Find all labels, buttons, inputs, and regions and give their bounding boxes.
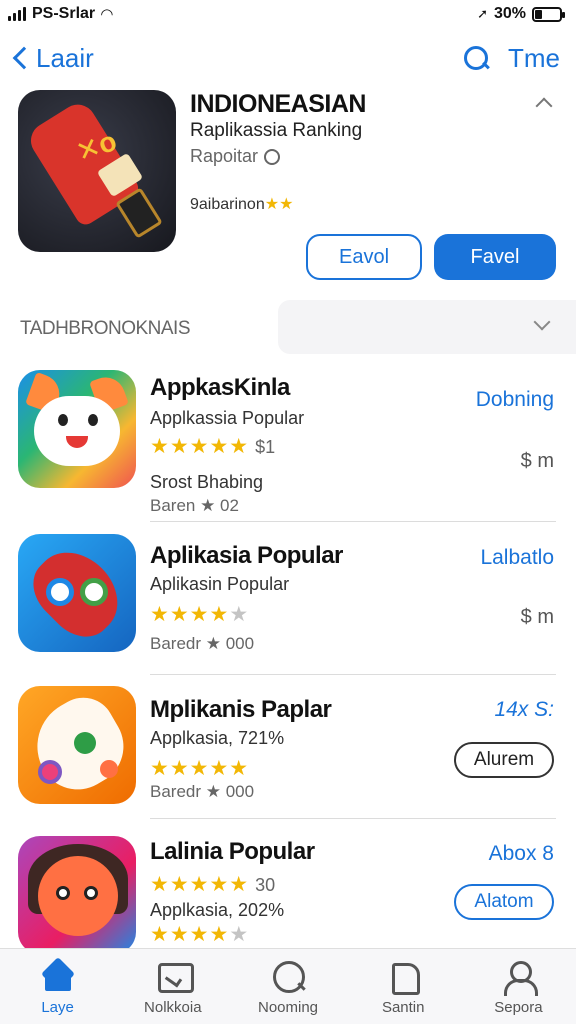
stars-filled: ★★★★★ [150,435,250,458]
app-meta: Baren ★ 02 [150,496,239,515]
chevron-left-icon [12,46,36,70]
magnifier-icon [264,148,281,165]
battery-percent: 30% [493,5,526,22]
tab-home[interactable]: Laye [0,949,115,1024]
app-subtitle: Applkassia Popular [150,408,305,428]
battery-icon [532,6,565,22]
tab-search[interactable]: Nooming [230,949,345,1024]
stars-empty: ★ [229,603,250,626]
nav-right-button[interactable]: Tme [508,43,560,74]
featured-title: INDIONEASIAN [190,90,366,118]
star-rating: ★★★★★ [150,756,249,781]
list-item[interactable]: Mplikanis Paplar Applkasia, 721% ★★★★★ B… [0,686,576,816]
app-price: $ m [520,606,554,628]
person-icon [501,959,539,996]
featured-primary-button[interactable]: Favel [434,234,556,280]
app-action-button[interactable]: Alatom [454,884,554,920]
featured-secondary-button[interactable]: Eavol [306,234,422,280]
section-header: TADHBRONOKNAIS [0,300,576,354]
app-icon[interactable] [18,534,136,652]
home-icon [41,959,75,993]
list-item[interactable]: AppkasKinla Applkassia Popular ★★★★★ $1 S… [0,370,576,520]
app-price: $ m [520,450,554,472]
back-button[interactable]: Laair [8,43,94,74]
app-subtitle: Applkasia, 202% [150,900,285,920]
tab-label: Sepora [494,999,543,1016]
app-status-link[interactable]: Dobning [476,388,554,412]
app-status-link[interactable]: 14x S: [494,698,554,722]
arcade-icon [386,959,421,995]
featured-subtitle2-row: Rapoitar [190,146,281,167]
chevron-up-icon[interactable] [535,97,553,115]
games-icon [156,959,194,993]
section-label: TADHBRONOKNAIS [20,318,191,339]
tab-label: Santin [381,999,425,1016]
location-icon: ➚ [477,6,488,21]
app-category: Srost Bhabing [150,472,264,492]
featured-app: ✕o INDIONEASIAN Raplikassia Ranking Rapo… [18,90,558,280]
status-bar: PS-Srlar ◠ ➚ 30% [0,0,576,28]
stars-filled: ★★★★★ [150,757,250,780]
app-icon[interactable] [18,686,136,804]
app-title: Aplikasia Popular [150,542,343,569]
rating-extra: 30 [255,875,276,895]
app-icon[interactable] [18,370,136,488]
featured-rating: 9aibarinon★★ [190,194,293,214]
stars-filled: ★★★★ [150,603,230,626]
section-dropdown[interactable] [278,300,576,354]
tab-arcade[interactable]: Santin [346,949,461,1024]
star-rating-secondary: ★★★★★ [150,922,249,947]
search-icon [271,959,305,993]
stars-empty: ★ [229,923,250,946]
featured-app-icon[interactable]: ✕o [18,90,176,252]
app-title: Mplikanis Paplar [150,696,332,723]
app-action-button[interactable]: Alurem [454,742,554,778]
signal-icon [8,7,26,21]
tab-label: Nolkkoia [144,999,202,1016]
divider [150,674,556,675]
star-rating: ★★★★★ $1 [150,434,275,459]
featured-subtitle: Raplikassia Ranking [190,120,363,141]
list-item[interactable]: Aplikasia Popular Aplikasin Popular ★★★★… [0,534,576,664]
featured-rating-text: 9aibarinon [190,196,265,213]
app-meta: Baredr ★ 000 [150,634,255,653]
divider [150,521,556,522]
app-title: AppkasKinla [150,374,290,401]
featured-subtitle2: Rapoitar [190,146,259,166]
divider [150,818,556,819]
rating-extra: $1 [255,437,276,457]
featured-stars: ★★ [264,196,294,213]
stars-filled: ★★★★ [150,923,230,946]
app-icon[interactable] [18,836,136,954]
tab-games[interactable]: Nolkkoia [115,949,230,1024]
carrier-label: PS-Srlar [32,5,96,22]
back-label: Laair [36,42,94,73]
stars-filled: ★★★★★ [150,873,250,896]
app-status-link[interactable]: Lalbatlo [480,546,554,570]
app-subtitle: Applkasia, 721% [150,728,285,748]
star-rating: ★★★★★ 30 [150,872,275,897]
tab-profile[interactable]: Sepora [461,949,576,1024]
app-status-link[interactable]: Abox 8 [489,842,554,866]
tab-label: Laye [41,999,74,1016]
tab-label: Nooming [257,999,319,1016]
app-title: Lalinia Popular [150,838,315,865]
search-icon[interactable] [462,44,490,72]
tab-bar: Laye Nolkkoia Nooming Santin Sepora [0,948,576,1024]
wifi-icon: ◠ [101,6,113,23]
app-meta: Baredr ★ 000 [150,782,255,801]
app-subtitle: Aplikasin Popular [150,574,290,594]
navigation-bar: Laair Tme [0,36,576,80]
star-rating: ★★★★★ [150,602,249,627]
list-item[interactable]: Lalinia Popular ★★★★★ 30 Applkasia, 202% … [0,834,576,954]
